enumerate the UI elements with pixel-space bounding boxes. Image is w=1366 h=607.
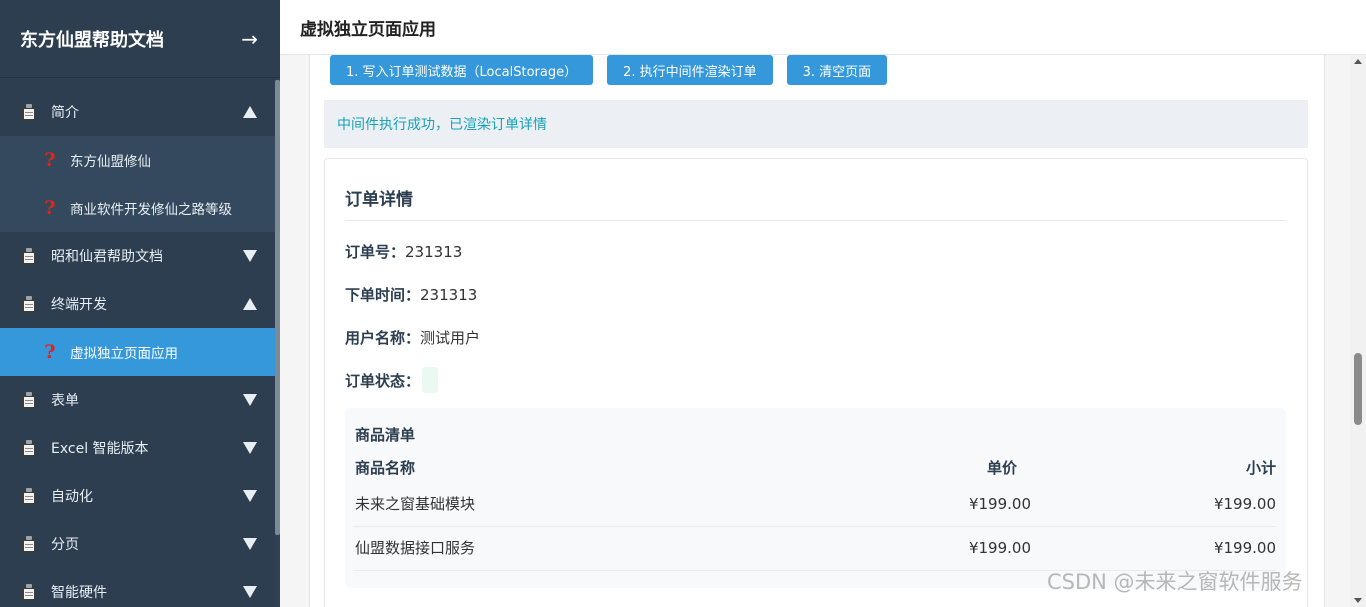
sidebar-item-hardware[interactable]: 智能硬件 — [0, 568, 275, 607]
sidebar-item-zhaohe-docs[interactable]: 昭和仙君帮助文档 — [0, 232, 275, 280]
page-scrollbar-thumb[interactable] — [1354, 353, 1362, 425]
status-badge — [422, 367, 439, 393]
clipboard-icon — [22, 247, 36, 265]
goods-name-cell: 未来之窗基础模块 — [355, 495, 476, 513]
sidebar-item-dongfang-xiuxian[interactable]: ? 东方仙盟修仙 — [0, 136, 275, 184]
render-order-button[interactable]: 2. 执行中间件渲染订单 — [607, 55, 773, 85]
sidebar-item-automation[interactable]: 自动化 — [0, 472, 275, 520]
chevron-up-icon — [243, 298, 257, 310]
user-name-value: 测试用户 — [420, 329, 481, 347]
sidebar-item-terminal-dev[interactable]: 终端开发 — [0, 280, 275, 328]
sidebar-header: 东方仙盟帮助文档 → — [0, 0, 280, 78]
status-message: 中间件执行成功，已渲染订单详情 — [324, 100, 1308, 148]
order-time-field: 下单时间： 231313 — [345, 284, 477, 305]
top-bar: 虚拟独立页面应用 — [280, 0, 1366, 55]
sidebar-item-label: 表单 — [51, 393, 79, 409]
sidebar-item-pagination[interactable]: 分页 — [0, 520, 275, 568]
sidebar-title: 东方仙盟帮助文档 — [20, 29, 164, 51]
sidebar-item-label: 简介 — [51, 105, 79, 121]
sidebar-item-label: 商业软件开发修仙之路等级 — [70, 202, 232, 218]
scroll-down-icon[interactable] — [1354, 598, 1362, 603]
table-row: 未来之窗基础模块 ¥199.00 ¥199.00 — [353, 482, 1276, 527]
sidebar-item-intro[interactable]: 简介 — [0, 88, 275, 136]
sidebar-item-label: 昭和仙君帮助文档 — [51, 249, 163, 265]
divider — [345, 220, 1286, 221]
goods-list: 商品清单 商品名称 单价 小计 未来之窗基础模块 ¥199.00 ¥199.00… — [345, 408, 1286, 588]
chevron-down-icon — [243, 442, 257, 454]
chevron-up-icon — [243, 106, 257, 118]
chevron-down-icon — [243, 250, 257, 262]
page-title: 虚拟独立页面应用 — [300, 19, 436, 40]
question-icon: ? — [44, 341, 56, 363]
sidebar-item-label: 分页 — [51, 537, 79, 553]
sidebar-item-virtual-page[interactable]: ? 虚拟独立页面应用 — [0, 328, 275, 376]
chevron-down-icon — [243, 538, 257, 550]
clear-page-button[interactable]: 3. 清空页面 — [786, 55, 888, 85]
chevron-down-icon — [243, 394, 257, 406]
clipboard-icon — [22, 487, 36, 505]
clipboard-icon — [22, 295, 36, 313]
clipboard-icon — [22, 535, 36, 553]
sidebar-item-label: 虚拟独立页面应用 — [70, 346, 178, 362]
question-icon: ? — [44, 149, 56, 171]
sidebar-item-label: 东方仙盟修仙 — [70, 154, 151, 170]
user-name-field: 用户名称： 测试用户 — [345, 327, 480, 348]
clipboard-icon — [22, 439, 36, 457]
order-time-value: 231313 — [420, 285, 478, 304]
goods-subtotal-cell: ¥199.00 — [1213, 539, 1276, 557]
clipboard-icon — [22, 391, 36, 409]
clipboard-icon — [22, 103, 36, 121]
order-status-field: 订单状态： — [345, 367, 439, 393]
sidebar-collapse-icon[interactable]: → — [241, 27, 258, 51]
goods-price-cell: ¥199.00 — [968, 539, 1031, 557]
order-id-value: 231313 — [405, 242, 463, 261]
sidebar: 东方仙盟帮助文档 → 简介 ? 东方仙盟修仙 ? 商业软件开发修仙之路等级 昭和… — [0, 0, 280, 607]
order-time-label: 下单时间： — [345, 286, 421, 304]
order-status-label: 订单状态： — [345, 371, 421, 390]
sidebar-item-label: 自动化 — [51, 489, 93, 505]
goods-subtotal-cell: ¥199.00 — [1213, 495, 1276, 513]
sidebar-item-excel[interactable]: Excel 智能版本 — [0, 424, 275, 472]
chevron-down-icon — [243, 490, 257, 502]
clipboard-icon — [22, 583, 36, 601]
content-panel: 1. 写入订单测试数据（LocalStorage） 2. 执行中间件渲染订单 3… — [309, 55, 1325, 607]
order-id-label: 订单号： — [345, 243, 406, 261]
user-name-label: 用户名称： — [345, 329, 421, 347]
sidebar-item-forms[interactable]: 表单 — [0, 376, 275, 424]
sidebar-nav: 简介 ? 东方仙盟修仙 ? 商业软件开发修仙之路等级 昭和仙君帮助文档 终端开发… — [0, 88, 275, 607]
goods-name-cell: 仙盟数据接口服务 — [355, 539, 476, 557]
sidebar-item-software-levels[interactable]: ? 商业软件开发修仙之路等级 — [0, 184, 275, 232]
scroll-up-icon[interactable] — [1354, 59, 1362, 64]
write-test-data-button[interactable]: 1. 写入订单测试数据（LocalStorage） — [330, 55, 594, 85]
sidebar-item-label: Excel 智能版本 — [51, 441, 149, 457]
sidebar-item-label: 智能硬件 — [51, 585, 107, 601]
main-content: 1. 写入订单测试数据（LocalStorage） 2. 执行中间件渲染订单 3… — [280, 55, 1366, 607]
table-row: 仙盟数据接口服务 ¥199.00 ¥199.00 — [353, 526, 1276, 571]
order-card: 订单详情 订单号： 231313 下单时间： 231313 用户名称： 测试用户… — [324, 158, 1308, 607]
page-scrollbar[interactable] — [1350, 55, 1366, 607]
goods-list-title: 商品清单 — [355, 426, 416, 444]
sidebar-item-label: 终端开发 — [51, 297, 107, 313]
action-buttons: 1. 写入订单测试数据（LocalStorage） 2. 执行中间件渲染订单 3… — [330, 55, 901, 85]
question-icon: ? — [44, 197, 56, 219]
order-title: 订单详情 — [345, 190, 413, 210]
chevron-down-icon — [243, 586, 257, 598]
goods-price-cell: ¥199.00 — [968, 495, 1031, 513]
watermark: CSDN @未来之窗软件服务 — [1047, 570, 1303, 594]
order-id-field: 订单号： 231313 — [345, 241, 462, 262]
